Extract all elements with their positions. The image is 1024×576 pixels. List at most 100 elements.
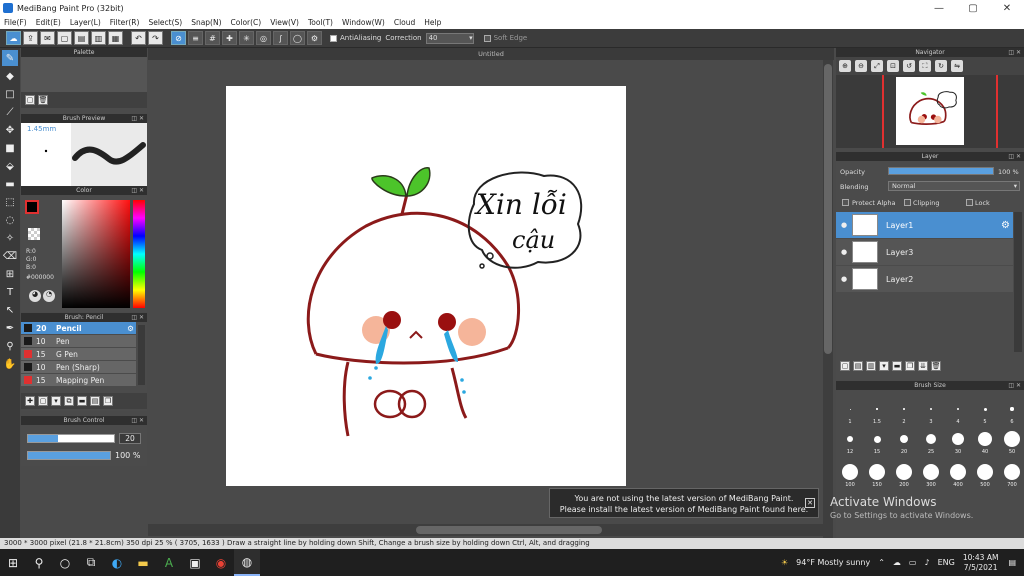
new-brush-icon[interactable]: ▢ [38, 396, 48, 406]
language-indicator[interactable]: ENG [938, 558, 955, 567]
menu-filter[interactable]: Filter(R) [110, 18, 140, 27]
menu-snap[interactable]: Snap(N) [191, 18, 221, 27]
lock-checkbox[interactable] [966, 199, 973, 206]
close-notification-button[interactable]: ✕ [805, 498, 815, 508]
layer-list-scrollbar[interactable] [1014, 212, 1022, 352]
gear-icon[interactable]: ⚙ [127, 324, 134, 333]
canvas-tab[interactable]: Untitled [148, 48, 834, 60]
antialiasing-checkbox[interactable] [330, 34, 337, 42]
fill-tool-icon[interactable]: ⬙ [2, 158, 18, 174]
menu-cloud[interactable]: Cloud [394, 18, 415, 27]
menu-edit[interactable]: Edit(E) [36, 18, 61, 27]
layer-opacity-slider[interactable] [888, 167, 994, 175]
operation-tool-icon[interactable]: ↖ [2, 302, 18, 318]
lasso-tool-icon[interactable]: ◌ [2, 212, 18, 228]
zoom-out-icon[interactable]: ⊖ [855, 60, 867, 72]
chevron-up-icon[interactable]: ⌃ [878, 558, 885, 567]
clock[interactable]: 10:43 AM 7/5/2021 [963, 553, 999, 573]
grid-snap-icon[interactable]: # [205, 31, 220, 45]
gear-icon[interactable]: ⚙ [1001, 220, 1010, 231]
visibility-icon[interactable]: ● [836, 221, 852, 229]
brush-size-preset-30[interactable] [952, 433, 964, 445]
hand-tool-icon[interactable]: ✋ [2, 356, 18, 372]
brush-size-preset-5[interactable] [983, 407, 987, 411]
brush-size-preset-1[interactable] [849, 408, 851, 410]
update-notification[interactable]: You are not using the latest version of … [549, 488, 819, 518]
comment-icon[interactable]: ✉ [40, 31, 55, 45]
divide-tool-icon[interactable]: ⊞ [2, 266, 18, 282]
layer-row-layer1[interactable]: ● Layer1 ⚙ [836, 212, 1013, 238]
color-wheel-icon[interactable]: ◕ [29, 290, 41, 302]
new-8bit-layer-icon[interactable]: ▥ [866, 361, 876, 371]
protect-alpha-checkbox[interactable] [842, 199, 849, 206]
settings-icon[interactable]: ⚙ [307, 31, 322, 45]
new-halftone-layer-icon[interactable]: ▤ [853, 361, 863, 371]
upload-icon[interactable]: ⇪ [23, 31, 38, 45]
brush-size-preset-300[interactable] [923, 464, 939, 480]
fit-icon[interactable]: ⤢ [871, 60, 883, 72]
menu-layer[interactable]: Layer(L) [70, 18, 101, 27]
menu-view[interactable]: View(V) [270, 18, 299, 27]
redo-icon[interactable]: ↷ [148, 31, 163, 45]
brush-size-preset-150[interactable] [869, 464, 885, 480]
menu-select[interactable]: Select(S) [148, 18, 182, 27]
menu-tool[interactable]: Tool(T) [308, 18, 333, 27]
zoom-in-icon[interactable]: ⊕ [839, 60, 851, 72]
network-icon[interactable]: ☁ [893, 558, 901, 567]
vertical-scrollbar[interactable] [823, 60, 833, 538]
rotate-left-icon[interactable]: ↺ [903, 60, 915, 72]
brush-dropdown-icon[interactable]: ▾ [51, 396, 61, 406]
layer-dropdown-icon[interactable]: ▾ [879, 361, 889, 371]
add-brush-icon[interactable]: ✚ [25, 396, 35, 406]
brush-opacity-slider[interactable] [27, 451, 111, 460]
store-icon[interactable]: ▣ [182, 549, 208, 576]
new-file-icon[interactable]: ▢ [57, 31, 72, 45]
ellipse-snap-icon[interactable]: ◯ [290, 31, 305, 45]
flip-icon[interactable]: ⇋ [951, 60, 963, 72]
cortana-icon[interactable]: ○ [52, 549, 78, 576]
search-icon[interactable]: ⚲ [26, 549, 52, 576]
layer-row-layer2[interactable]: ● Layer2 [836, 266, 1013, 292]
brush-size-preset-100[interactable] [842, 464, 858, 480]
menu-file[interactable]: File(F) [4, 18, 27, 27]
snap-off-icon[interactable]: ⊘ [171, 31, 186, 45]
hue-slider[interactable] [133, 200, 145, 308]
dot-tool-icon[interactable]: □ [2, 86, 18, 102]
layer-folder-icon[interactable]: ▬ [892, 361, 902, 371]
maximize-button[interactable]: ▢ [956, 3, 990, 14]
cross-snap-icon[interactable]: ✚ [222, 31, 237, 45]
fullscreen-icon[interactable]: ⛶ [919, 60, 931, 72]
brush-size-preset-500[interactable] [977, 464, 993, 480]
select-pen-icon[interactable]: ⟋ [2, 104, 18, 120]
eraser-tool-icon[interactable]: ◆ [2, 68, 18, 84]
duplicate-icon[interactable]: ❐ [103, 396, 113, 406]
menu-color[interactable]: Color(C) [231, 18, 262, 27]
move-tool-icon[interactable]: ✥ [2, 122, 18, 138]
brush-size-preset-20[interactable] [900, 435, 908, 443]
gradation-tool-icon[interactable]: ▬ [2, 176, 18, 192]
visibility-icon[interactable]: ● [836, 248, 852, 256]
brush-tool-icon[interactable]: ✎ [2, 50, 18, 66]
brush-size-preset-4[interactable] [956, 407, 960, 411]
select-eraser-icon[interactable]: ⌫ [2, 248, 18, 264]
select-tool-icon[interactable]: ⬚ [2, 194, 18, 210]
horizontal-scrollbar[interactable] [148, 524, 824, 536]
rotate-right-icon[interactable]: ↻ [935, 60, 947, 72]
magic-wand-icon[interactable]: ✧ [2, 230, 18, 246]
brush-size-slider[interactable] [27, 434, 115, 443]
delete-layer-icon[interactable]: 🗑 [931, 361, 941, 371]
blending-select[interactable]: Normal ▾ [888, 181, 1020, 191]
volume-icon[interactable]: ♪ [924, 558, 929, 567]
shape-tool-icon[interactable]: ■ [2, 140, 18, 156]
grid-view-icon[interactable]: ▦ [108, 31, 123, 45]
drawing-canvas[interactable]: Xin lỗi cậu [226, 86, 626, 486]
windows-start-icon[interactable]: ⊞ [0, 549, 26, 576]
brush-item-pen[interactable]: 10 Pen [21, 335, 136, 348]
notification-center-icon[interactable]: ▤ [1008, 558, 1016, 567]
brush-size-preset-50[interactable] [1004, 431, 1020, 447]
folder-icon[interactable]: ▬ [77, 396, 87, 406]
new-layer-icon[interactable]: ▢ [840, 361, 850, 371]
menu-help[interactable]: Help [424, 18, 441, 27]
brush-size-preset-1.5[interactable] [876, 408, 878, 410]
brush-size-preset-200[interactable] [896, 464, 912, 480]
